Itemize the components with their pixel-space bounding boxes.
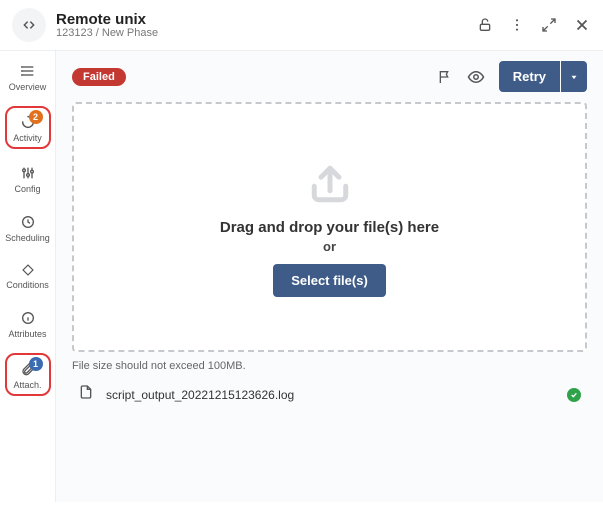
dropzone-text: Drag and drop your file(s) here	[220, 219, 439, 236]
select-files-button[interactable]: Select file(s)	[273, 264, 386, 297]
sidebar: Overview 2 Activity Config Scheduling Co…	[0, 51, 56, 502]
lock-icon[interactable]	[477, 17, 493, 33]
sidebar-item-attach[interactable]: 1 Attach.	[5, 353, 51, 396]
title-block: Remote unix 123123 / New Phase	[56, 11, 477, 39]
sidebar-item-label: Overview	[9, 82, 47, 92]
main-panel: Failed Retry Drag and drop your file(s) …	[56, 51, 603, 502]
sidebar-item-label: Attributes	[8, 329, 46, 339]
page-title: Remote unix	[56, 11, 477, 28]
activity-badge: 2	[29, 110, 43, 124]
sidebar-item-conditions[interactable]: Conditions	[5, 257, 51, 294]
file-row[interactable]: script_output_20221215123626.log	[72, 372, 587, 417]
file-size-hint: File size should not exceed 100MB.	[72, 360, 587, 372]
upload-icon	[298, 157, 362, 211]
flag-icon[interactable]	[437, 69, 453, 85]
file-dropzone[interactable]: Drag and drop your file(s) here or Selec…	[72, 102, 587, 352]
app-type-icon	[12, 8, 46, 42]
sidebar-item-label: Activity	[13, 133, 42, 143]
file-name: script_output_20221215123626.log	[106, 388, 567, 402]
more-icon[interactable]	[509, 17, 525, 33]
main-header: Failed Retry	[72, 61, 587, 92]
retry-group: Retry	[499, 61, 587, 92]
attach-badge: 1	[29, 357, 43, 371]
success-icon	[567, 388, 581, 402]
sidebar-item-scheduling[interactable]: Scheduling	[5, 208, 51, 247]
sidebar-item-activity[interactable]: 2 Activity	[5, 106, 51, 149]
sidebar-item-label: Config	[14, 184, 40, 194]
expand-icon[interactable]	[541, 17, 557, 33]
sidebar-item-label: Attach.	[13, 380, 41, 390]
dropzone-or: or	[323, 239, 336, 254]
sidebar-item-overview[interactable]: Overview	[5, 57, 51, 96]
topbar-actions	[477, 16, 591, 34]
close-icon[interactable]	[573, 16, 591, 34]
eye-icon[interactable]	[467, 68, 485, 86]
sidebar-item-config[interactable]: Config	[5, 159, 51, 198]
retry-button[interactable]: Retry	[499, 61, 560, 92]
sidebar-item-label: Scheduling	[5, 233, 50, 243]
retry-dropdown-icon[interactable]	[561, 61, 587, 92]
file-icon	[78, 384, 94, 405]
breadcrumb: 123123 / New Phase	[56, 27, 477, 39]
sidebar-item-attributes[interactable]: Attributes	[5, 304, 51, 343]
status-badge: Failed	[72, 68, 126, 86]
sidebar-item-label: Conditions	[6, 280, 49, 290]
topbar: Remote unix 123123 / New Phase	[0, 0, 603, 51]
